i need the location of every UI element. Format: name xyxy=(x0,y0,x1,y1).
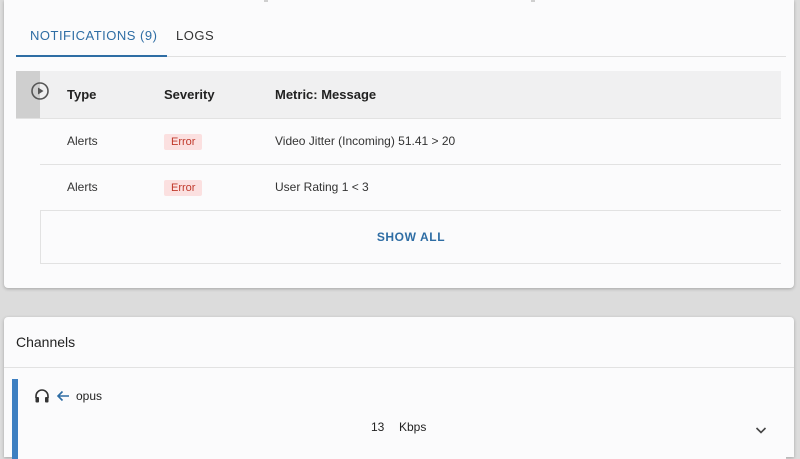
notifications-table: Type Severity Metric: Message Alerts Err… xyxy=(16,71,781,264)
row-type: Alerts xyxy=(67,134,98,148)
chevron-down-icon[interactable] xyxy=(754,423,768,437)
channel-bitrate-unit: Kbps xyxy=(399,420,427,434)
divider xyxy=(531,0,535,2)
row-message: User Rating 1 < 3 xyxy=(275,180,369,194)
column-header-message[interactable]: Metric: Message xyxy=(275,71,376,118)
row-severity: Error xyxy=(164,119,203,164)
channel-bitrate-value: 13 xyxy=(371,420,385,434)
show-all-row: SHOW ALL xyxy=(40,211,781,264)
show-all-button[interactable]: SHOW ALL xyxy=(41,211,781,263)
play-circle-icon[interactable] xyxy=(30,81,50,101)
channel-codec: opus xyxy=(76,389,103,403)
table-row[interactable]: Alerts Error User Rating 1 < 3 xyxy=(40,165,781,211)
tab-bar: NOTIFICATIONS (9) LOGS xyxy=(16,18,786,57)
divider xyxy=(264,0,268,2)
column-header-severity[interactable]: Severity xyxy=(164,71,215,118)
headphones-icon xyxy=(35,389,49,403)
divider xyxy=(4,367,794,368)
channel-item[interactable]: opus 13 Kbps xyxy=(12,379,786,459)
arrow-left-icon xyxy=(56,390,69,402)
row-message: Video Jitter (Incoming) 51.41 > 20 xyxy=(275,134,456,148)
table-header: Type Severity Metric: Message xyxy=(16,71,781,119)
column-header-type[interactable]: Type xyxy=(67,71,96,118)
tab-notifications[interactable]: NOTIFICATIONS (9) xyxy=(16,18,167,57)
channels-title: Channels xyxy=(16,334,76,350)
severity-badge: Error xyxy=(164,179,203,196)
row-type: Alerts xyxy=(67,180,98,194)
channel-accent-bar xyxy=(12,379,18,459)
severity-badge: Error xyxy=(164,133,203,150)
row-severity: Error xyxy=(164,165,203,210)
tab-logs[interactable]: LOGS xyxy=(176,18,214,56)
table-row[interactable]: Alerts Error Video Jitter (Incoming) 51.… xyxy=(40,119,781,165)
notifications-card: NOTIFICATIONS (9) LOGS Type Severity Met… xyxy=(4,0,794,288)
channels-card: Channels opus 13 Kbps xyxy=(4,317,794,459)
